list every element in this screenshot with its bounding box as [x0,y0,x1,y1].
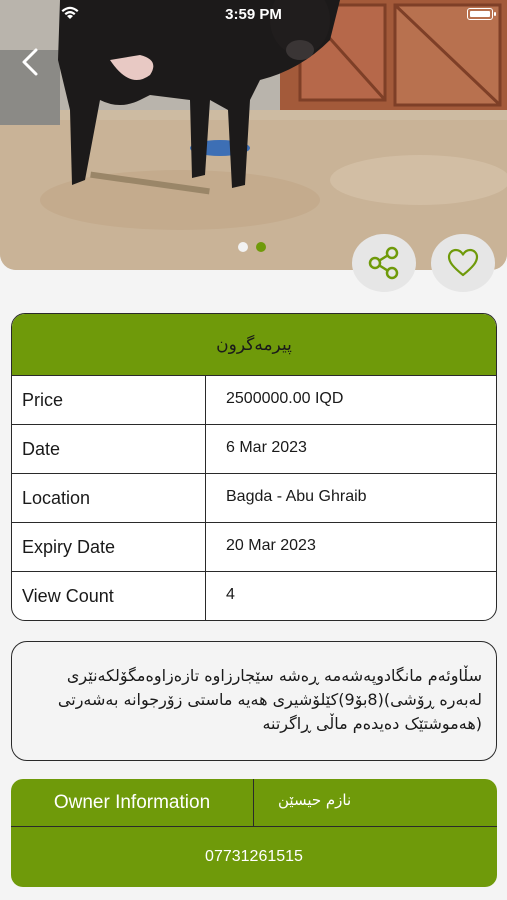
price-value: 2500000.00 IQD [226,390,344,407]
gallery-pagination [238,242,266,252]
status-time: 3:59 PM [225,6,282,23]
status-bar: 3:59 PM [0,0,507,28]
chevron-left-icon[interactable] [16,46,42,78]
owner-name: نازم حیسێن [278,791,352,809]
expiry-date-value: 20 Mar 2023 [226,537,316,554]
owner-info-label: Owner Information [11,779,254,826]
owner-phone-link[interactable]: 07731261515 [11,827,497,887]
share-icon [368,246,399,280]
info-row-price: Price 2500000.00 IQD [12,376,496,425]
info-row-view-count: View Count 4 [12,572,496,620]
listing-photo [0,0,507,270]
battery-icon [467,8,496,20]
gallery-dot-active[interactable] [256,242,266,252]
listing-description: سڵاوئەم مانگادوپەشەمە ڕەشە سێجارزاوە تاز… [11,641,497,761]
owner-row: Owner Information نازم حیسێن [11,779,497,827]
listing-info-table: پیرمەگرون Price 2500000.00 IQD Date 6 Ma… [11,313,497,621]
date-value: 6 Mar 2023 [226,439,307,456]
price-label: Price [12,376,206,424]
listing-detail-screen: 3:59 PM پیرمەگرون Price 2500000.00 IQD D… [0,0,507,900]
view-count-value: 4 [226,586,235,603]
share-button[interactable] [352,234,416,292]
date-label: Date [12,425,206,473]
info-row-date: Date 6 Mar 2023 [12,425,496,474]
favorite-button[interactable] [431,234,495,292]
listing-photo-gallery[interactable]: 3:59 PM [0,0,507,270]
gallery-dot[interactable] [238,242,248,252]
owner-info-card: Owner Information نازم حیسێن 07731261515 [11,779,497,887]
info-row-expiry-date: Expiry Date 20 Mar 2023 [12,523,496,572]
info-row-location: Location Bagda - Abu Ghraib [12,474,496,523]
listing-title: پیرمەگرون [12,314,496,376]
location-value: Bagda - Abu Ghraib [226,488,367,505]
location-label: Location [12,474,206,522]
view-count-label: View Count [12,572,206,620]
heart-icon [447,248,479,277]
expiry-date-label: Expiry Date [12,523,206,571]
